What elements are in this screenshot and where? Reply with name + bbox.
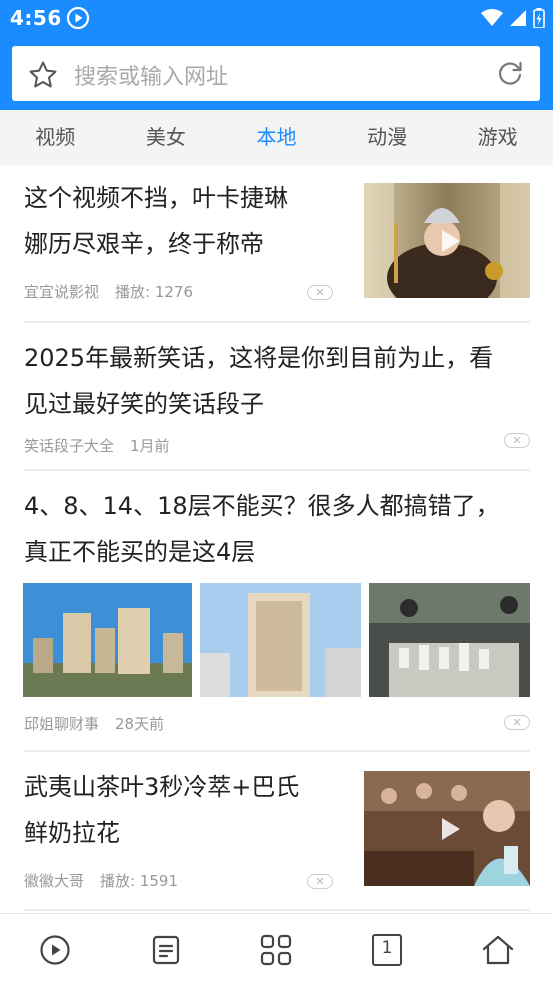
battery-icon xyxy=(533,8,545,28)
feed-meta-row: 邱姐聊财事 28天前 ✕ xyxy=(24,713,530,734)
feed-title: 4、8、14、18层不能买？很多人都搞错了， 真正不能买的是这4层 xyxy=(24,492,500,566)
feed-meta: 邱姐聊财事 28天前 xyxy=(24,713,530,734)
feed-stat: 28天前 xyxy=(115,715,165,733)
play-icon xyxy=(442,229,460,252)
divider xyxy=(24,469,530,471)
bottom-news-button[interactable] xyxy=(111,914,222,985)
feed-title: 这个视频不挡，叶卡捷琳 娜历尽艰辛，终于称帝 xyxy=(24,184,288,258)
status-bar: 4:56 xyxy=(0,0,553,36)
dismiss-button[interactable]: ✕ xyxy=(504,715,530,730)
feed-item-images[interactable]: 4、8、14、18层不能买？很多人都搞错了， 真正不能买的是这4层 xyxy=(24,483,530,575)
feed-title: 武夷山茶叶3秒冷萃+巴氏 鲜奶拉花 xyxy=(24,773,300,847)
news-list-icon xyxy=(152,935,179,964)
tab-games[interactable]: 游戏 xyxy=(442,110,553,165)
refresh-icon[interactable] xyxy=(496,59,524,91)
feed-source: 宜宜说影视 xyxy=(24,283,100,301)
tab-beauty[interactable]: 美女 xyxy=(111,110,222,165)
play-circle-icon xyxy=(40,934,70,965)
grid-icon xyxy=(261,934,292,965)
tab-anime[interactable]: 动漫 xyxy=(332,110,443,165)
bookmark-star-icon[interactable] xyxy=(28,60,58,94)
feed-meta: 笑话段子大全 1月前 xyxy=(24,435,530,456)
feed-title: 2025年最新笑话，这将是你到目前为止，看 见过最好笑的笑话段子 xyxy=(24,344,494,418)
browser-header: 搜索或输入网址 xyxy=(0,36,553,110)
feed-stat: 1月前 xyxy=(130,437,170,455)
tabs-count: 1 xyxy=(381,937,393,958)
bottom-home-button[interactable] xyxy=(442,914,553,985)
search-bar[interactable]: 搜索或输入网址 xyxy=(12,46,540,101)
video-thumbnail[interactable] xyxy=(364,771,530,886)
divider xyxy=(24,909,530,911)
feed-stat: 播放: 1591 xyxy=(100,872,179,890)
dismiss-button[interactable]: ✕ xyxy=(504,433,530,448)
divider xyxy=(24,750,530,752)
bottom-apps-button[interactable] xyxy=(221,914,332,985)
feed-source: 邱姐聊财事 xyxy=(24,715,100,733)
divider xyxy=(24,321,530,323)
bottom-nav: 1 xyxy=(0,913,553,985)
status-time: 4:56 xyxy=(10,6,62,30)
dismiss-button[interactable]: ✕ xyxy=(307,874,333,889)
building-image[interactable] xyxy=(369,583,530,697)
feed-stat: 播放: 1276 xyxy=(115,283,194,301)
tabs-count-icon: 1 xyxy=(372,933,403,966)
dismiss-button[interactable]: ✕ xyxy=(307,285,333,300)
video-thumbnail[interactable] xyxy=(364,183,530,298)
home-icon xyxy=(482,935,513,964)
category-tabs: 视频 美女 本地 动漫 游戏 xyxy=(0,110,553,165)
bottom-tabs-button[interactable]: 1 xyxy=(332,914,443,985)
play-icon xyxy=(442,817,460,840)
tab-local[interactable]: 本地 xyxy=(221,110,332,165)
feed-source: 笑话段子大全 xyxy=(24,437,115,455)
media-play-icon xyxy=(66,6,90,34)
wifi-icon xyxy=(481,9,503,26)
search-input[interactable]: 搜索或输入网址 xyxy=(74,59,228,91)
building-image[interactable] xyxy=(23,583,192,697)
signal-icon xyxy=(510,10,526,26)
bottom-video-button[interactable] xyxy=(0,914,111,985)
tab-video[interactable]: 视频 xyxy=(0,110,111,165)
feed-item-text[interactable]: 2025年最新笑话，这将是你到目前为止，看 见过最好笑的笑话段子 笑话段子大全 1… xyxy=(24,335,530,456)
feed-source: 徽徽大哥 xyxy=(24,872,85,890)
building-image[interactable] xyxy=(200,583,361,697)
